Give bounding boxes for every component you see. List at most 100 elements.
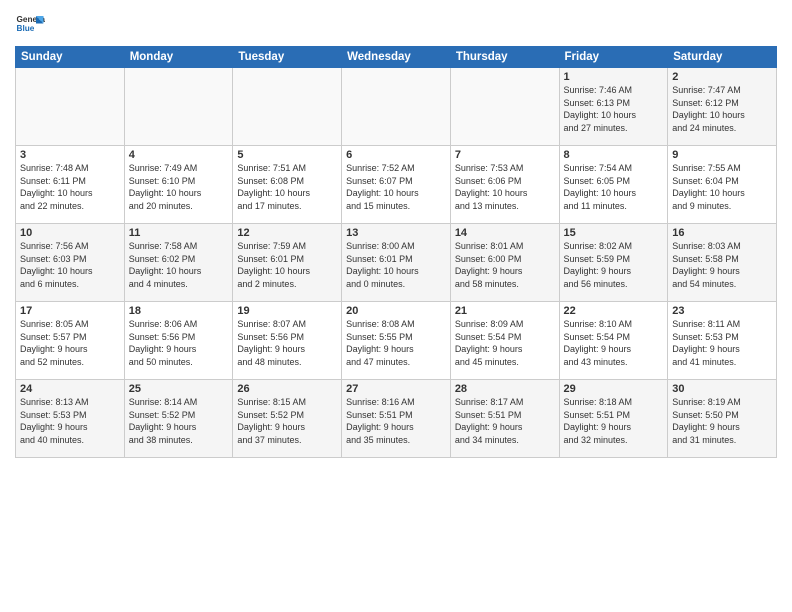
logo: General Blue <box>15 10 47 40</box>
day-number: 3 <box>20 149 120 161</box>
calendar-cell: 5Sunrise: 7:51 AM Sunset: 6:08 PM Daylig… <box>233 146 342 224</box>
weekday-header: Saturday <box>668 47 777 68</box>
day-number: 30 <box>672 383 772 395</box>
day-number: 28 <box>455 383 555 395</box>
page: General Blue SundayMondayTuesdayWednesda… <box>0 0 792 612</box>
day-info: Sunrise: 8:01 AM Sunset: 6:00 PM Dayligh… <box>455 240 555 290</box>
day-info: Sunrise: 7:53 AM Sunset: 6:06 PM Dayligh… <box>455 162 555 212</box>
day-info: Sunrise: 8:15 AM Sunset: 5:52 PM Dayligh… <box>237 396 337 446</box>
calendar-week-row: 10Sunrise: 7:56 AM Sunset: 6:03 PM Dayli… <box>16 224 777 302</box>
day-info: Sunrise: 7:49 AM Sunset: 6:10 PM Dayligh… <box>129 162 229 212</box>
calendar-cell: 19Sunrise: 8:07 AM Sunset: 5:56 PM Dayli… <box>233 302 342 380</box>
day-info: Sunrise: 8:19 AM Sunset: 5:50 PM Dayligh… <box>672 396 772 446</box>
calendar-week-row: 24Sunrise: 8:13 AM Sunset: 5:53 PM Dayli… <box>16 380 777 458</box>
calendar-cell: 12Sunrise: 7:59 AM Sunset: 6:01 PM Dayli… <box>233 224 342 302</box>
calendar-cell: 28Sunrise: 8:17 AM Sunset: 5:51 PM Dayli… <box>450 380 559 458</box>
calendar-cell <box>16 68 125 146</box>
calendar-cell: 13Sunrise: 8:00 AM Sunset: 6:01 PM Dayli… <box>342 224 451 302</box>
calendar-cell: 21Sunrise: 8:09 AM Sunset: 5:54 PM Dayli… <box>450 302 559 380</box>
weekday-header: Monday <box>124 47 233 68</box>
calendar-cell: 18Sunrise: 8:06 AM Sunset: 5:56 PM Dayli… <box>124 302 233 380</box>
day-number: 11 <box>129 227 229 239</box>
header: General Blue <box>15 10 777 40</box>
day-info: Sunrise: 7:54 AM Sunset: 6:05 PM Dayligh… <box>564 162 664 212</box>
calendar-cell: 27Sunrise: 8:16 AM Sunset: 5:51 PM Dayli… <box>342 380 451 458</box>
day-info: Sunrise: 7:47 AM Sunset: 6:12 PM Dayligh… <box>672 84 772 134</box>
day-info: Sunrise: 8:14 AM Sunset: 5:52 PM Dayligh… <box>129 396 229 446</box>
day-number: 9 <box>672 149 772 161</box>
day-info: Sunrise: 7:46 AM Sunset: 6:13 PM Dayligh… <box>564 84 664 134</box>
calendar-cell: 16Sunrise: 8:03 AM Sunset: 5:58 PM Dayli… <box>668 224 777 302</box>
day-info: Sunrise: 8:05 AM Sunset: 5:57 PM Dayligh… <box>20 318 120 368</box>
calendar-header-row: SundayMondayTuesdayWednesdayThursdayFrid… <box>16 47 777 68</box>
calendar-cell: 23Sunrise: 8:11 AM Sunset: 5:53 PM Dayli… <box>668 302 777 380</box>
calendar-cell: 9Sunrise: 7:55 AM Sunset: 6:04 PM Daylig… <box>668 146 777 224</box>
day-info: Sunrise: 8:02 AM Sunset: 5:59 PM Dayligh… <box>564 240 664 290</box>
day-number: 14 <box>455 227 555 239</box>
day-info: Sunrise: 7:52 AM Sunset: 6:07 PM Dayligh… <box>346 162 446 212</box>
calendar-cell: 2Sunrise: 7:47 AM Sunset: 6:12 PM Daylig… <box>668 68 777 146</box>
day-number: 7 <box>455 149 555 161</box>
calendar-cell: 8Sunrise: 7:54 AM Sunset: 6:05 PM Daylig… <box>559 146 668 224</box>
day-info: Sunrise: 8:16 AM Sunset: 5:51 PM Dayligh… <box>346 396 446 446</box>
day-number: 16 <box>672 227 772 239</box>
day-info: Sunrise: 8:06 AM Sunset: 5:56 PM Dayligh… <box>129 318 229 368</box>
day-info: Sunrise: 8:17 AM Sunset: 5:51 PM Dayligh… <box>455 396 555 446</box>
calendar-cell <box>450 68 559 146</box>
day-info: Sunrise: 8:11 AM Sunset: 5:53 PM Dayligh… <box>672 318 772 368</box>
weekday-header: Thursday <box>450 47 559 68</box>
day-number: 21 <box>455 305 555 317</box>
calendar-table: SundayMondayTuesdayWednesdayThursdayFrid… <box>15 46 777 458</box>
calendar-cell: 22Sunrise: 8:10 AM Sunset: 5:54 PM Dayli… <box>559 302 668 380</box>
calendar-week-row: 1Sunrise: 7:46 AM Sunset: 6:13 PM Daylig… <box>16 68 777 146</box>
day-info: Sunrise: 7:59 AM Sunset: 6:01 PM Dayligh… <box>237 240 337 290</box>
calendar-cell: 6Sunrise: 7:52 AM Sunset: 6:07 PM Daylig… <box>342 146 451 224</box>
day-info: Sunrise: 8:09 AM Sunset: 5:54 PM Dayligh… <box>455 318 555 368</box>
weekday-header: Friday <box>559 47 668 68</box>
day-number: 27 <box>346 383 446 395</box>
logo-icon: General Blue <box>15 10 45 40</box>
day-number: 26 <box>237 383 337 395</box>
day-info: Sunrise: 8:00 AM Sunset: 6:01 PM Dayligh… <box>346 240 446 290</box>
calendar-cell: 29Sunrise: 8:18 AM Sunset: 5:51 PM Dayli… <box>559 380 668 458</box>
calendar-cell: 14Sunrise: 8:01 AM Sunset: 6:00 PM Dayli… <box>450 224 559 302</box>
calendar-cell: 3Sunrise: 7:48 AM Sunset: 6:11 PM Daylig… <box>16 146 125 224</box>
day-number: 13 <box>346 227 446 239</box>
day-number: 15 <box>564 227 664 239</box>
day-number: 8 <box>564 149 664 161</box>
day-info: Sunrise: 7:55 AM Sunset: 6:04 PM Dayligh… <box>672 162 772 212</box>
day-number: 19 <box>237 305 337 317</box>
weekday-header: Wednesday <box>342 47 451 68</box>
day-info: Sunrise: 7:56 AM Sunset: 6:03 PM Dayligh… <box>20 240 120 290</box>
calendar-cell <box>342 68 451 146</box>
day-number: 12 <box>237 227 337 239</box>
day-number: 20 <box>346 305 446 317</box>
calendar-cell: 10Sunrise: 7:56 AM Sunset: 6:03 PM Dayli… <box>16 224 125 302</box>
day-info: Sunrise: 8:13 AM Sunset: 5:53 PM Dayligh… <box>20 396 120 446</box>
calendar-cell <box>124 68 233 146</box>
day-info: Sunrise: 7:48 AM Sunset: 6:11 PM Dayligh… <box>20 162 120 212</box>
calendar-cell: 24Sunrise: 8:13 AM Sunset: 5:53 PM Dayli… <box>16 380 125 458</box>
calendar-cell <box>233 68 342 146</box>
day-info: Sunrise: 8:10 AM Sunset: 5:54 PM Dayligh… <box>564 318 664 368</box>
calendar-week-row: 17Sunrise: 8:05 AM Sunset: 5:57 PM Dayli… <box>16 302 777 380</box>
day-number: 4 <box>129 149 229 161</box>
weekday-header: Tuesday <box>233 47 342 68</box>
day-number: 1 <box>564 71 664 83</box>
day-number: 24 <box>20 383 120 395</box>
calendar-cell: 30Sunrise: 8:19 AM Sunset: 5:50 PM Dayli… <box>668 380 777 458</box>
calendar-cell: 25Sunrise: 8:14 AM Sunset: 5:52 PM Dayli… <box>124 380 233 458</box>
svg-text:Blue: Blue <box>17 24 35 33</box>
day-number: 22 <box>564 305 664 317</box>
day-info: Sunrise: 8:07 AM Sunset: 5:56 PM Dayligh… <box>237 318 337 368</box>
calendar-cell: 4Sunrise: 7:49 AM Sunset: 6:10 PM Daylig… <box>124 146 233 224</box>
day-number: 6 <box>346 149 446 161</box>
day-info: Sunrise: 7:51 AM Sunset: 6:08 PM Dayligh… <box>237 162 337 212</box>
calendar-cell: 26Sunrise: 8:15 AM Sunset: 5:52 PM Dayli… <box>233 380 342 458</box>
calendar-cell: 7Sunrise: 7:53 AM Sunset: 6:06 PM Daylig… <box>450 146 559 224</box>
calendar-cell: 1Sunrise: 7:46 AM Sunset: 6:13 PM Daylig… <box>559 68 668 146</box>
calendar-cell: 20Sunrise: 8:08 AM Sunset: 5:55 PM Dayli… <box>342 302 451 380</box>
day-number: 29 <box>564 383 664 395</box>
calendar-cell: 11Sunrise: 7:58 AM Sunset: 6:02 PM Dayli… <box>124 224 233 302</box>
calendar-cell: 15Sunrise: 8:02 AM Sunset: 5:59 PM Dayli… <box>559 224 668 302</box>
